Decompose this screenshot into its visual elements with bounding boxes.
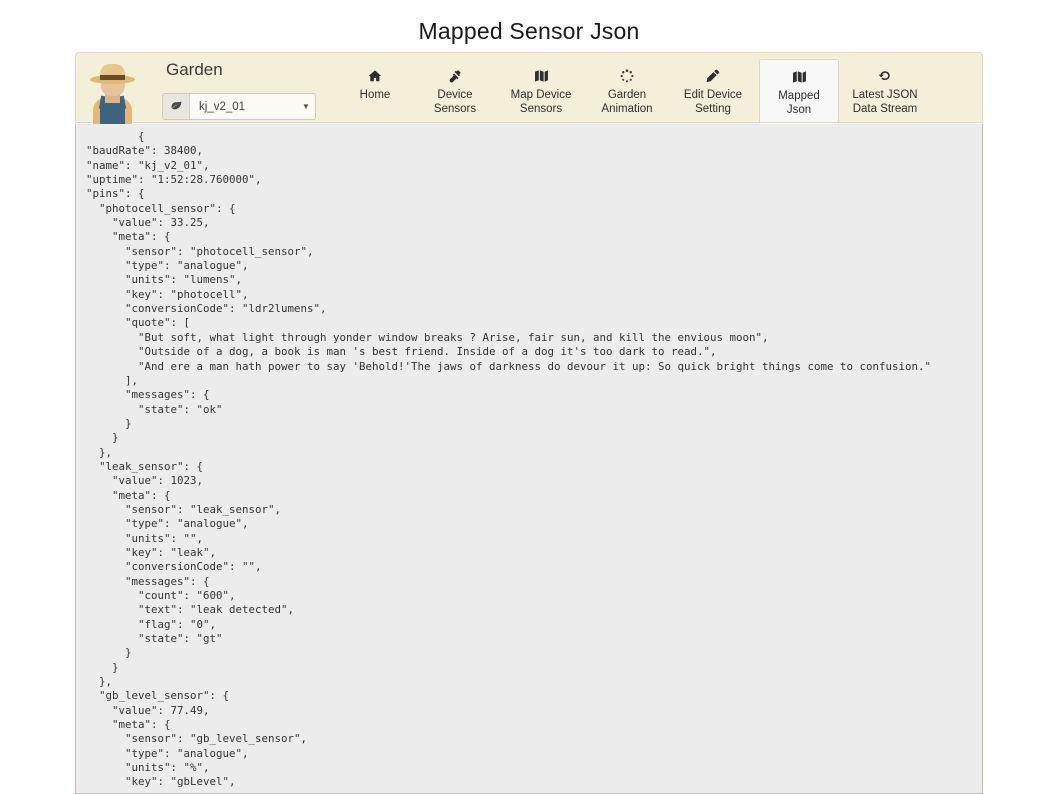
nav-item-label: Map Device Sensors bbox=[510, 89, 572, 115]
device-select[interactable]: kj_v2_01 bbox=[190, 94, 297, 119]
chevron-down-icon[interactable]: ▼ bbox=[297, 94, 315, 119]
brand-title: Garden bbox=[166, 60, 223, 79]
nav-item-device-sensors[interactable]: Device Sensors bbox=[415, 53, 495, 122]
pencil-icon bbox=[706, 67, 720, 84]
map-icon bbox=[534, 67, 549, 84]
nav-item-label: Latest JSON Data Stream bbox=[852, 89, 918, 115]
nav-item-map-device-sensors[interactable]: Map Device Sensors bbox=[495, 53, 587, 122]
nav-item-label: Garden Animation bbox=[601, 89, 653, 115]
nav-item-garden-animation[interactable]: Garden Animation bbox=[587, 53, 667, 122]
home-icon bbox=[368, 67, 382, 84]
spinner-icon bbox=[620, 67, 634, 84]
nav-item-label: Device Sensors bbox=[433, 89, 477, 115]
undo-icon bbox=[878, 67, 892, 84]
mapped-json-content: { "baudRate": 38400, "name": "kj_v2_01",… bbox=[86, 130, 932, 789]
nav-item-label: Edit Device Setting bbox=[683, 89, 743, 115]
farmer-avatar-icon bbox=[84, 55, 141, 125]
brand-zone: Garden kj_v2_01 ▼ bbox=[76, 53, 329, 125]
nav-item-label: Mapped Json bbox=[778, 90, 820, 116]
mapped-json-panel[interactable]: { "baudRate": 38400, "name": "kj_v2_01",… bbox=[75, 124, 983, 794]
nav-item-list: Home Device Sensors Map Device Sensors G… bbox=[329, 53, 982, 122]
plug-icon bbox=[448, 67, 462, 84]
navbar: Garden kj_v2_01 ▼ Home Device Sensors Ma… bbox=[75, 52, 983, 125]
leaf-icon[interactable] bbox=[163, 94, 190, 119]
nav-item-edit-device-setting[interactable]: Edit Device Setting bbox=[667, 53, 759, 122]
nav-item-mapped-json[interactable]: Mapped Json bbox=[759, 59, 839, 122]
page-title: Mapped Sensor Json bbox=[418, 18, 640, 44]
nav-item-latest-json-data-stream[interactable]: Latest JSON Data Stream bbox=[839, 53, 931, 122]
nav-item-home[interactable]: Home bbox=[335, 53, 415, 122]
device-picker[interactable]: kj_v2_01 ▼ bbox=[162, 93, 316, 120]
map-icon bbox=[792, 68, 807, 85]
nav-item-label: Home bbox=[359, 89, 391, 101]
